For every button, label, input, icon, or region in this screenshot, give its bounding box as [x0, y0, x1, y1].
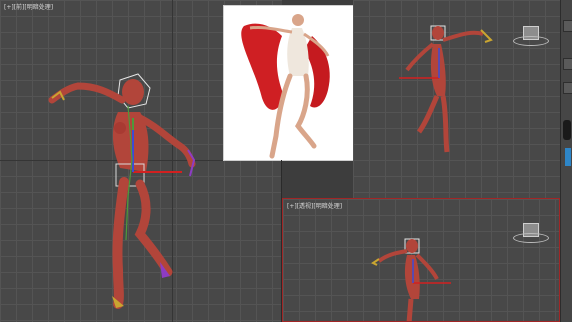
rigged-figure-perspective[interactable]: [283, 199, 560, 322]
reference-photo: [223, 5, 355, 161]
viewport-divider-vertical[interactable]: [281, 160, 282, 322]
command-panel-tab[interactable]: [563, 82, 572, 94]
viewport-top-right[interactable]: [353, 0, 560, 198]
command-panel-tab[interactable]: [563, 58, 572, 70]
command-panel-button-blue[interactable]: [565, 148, 571, 166]
dancer-photo-graphic: [224, 6, 354, 160]
command-panel-icon[interactable]: [563, 20, 572, 32]
viewport-perspective[interactable]: [+][透视][明暗处理]: [282, 198, 560, 322]
figure-leg-left[interactable]: [112, 177, 129, 309]
figure-leg-right[interactable]: [134, 179, 173, 277]
command-panel-button-dark[interactable]: [563, 120, 571, 140]
rigged-figure-side[interactable]: [353, 0, 560, 198]
